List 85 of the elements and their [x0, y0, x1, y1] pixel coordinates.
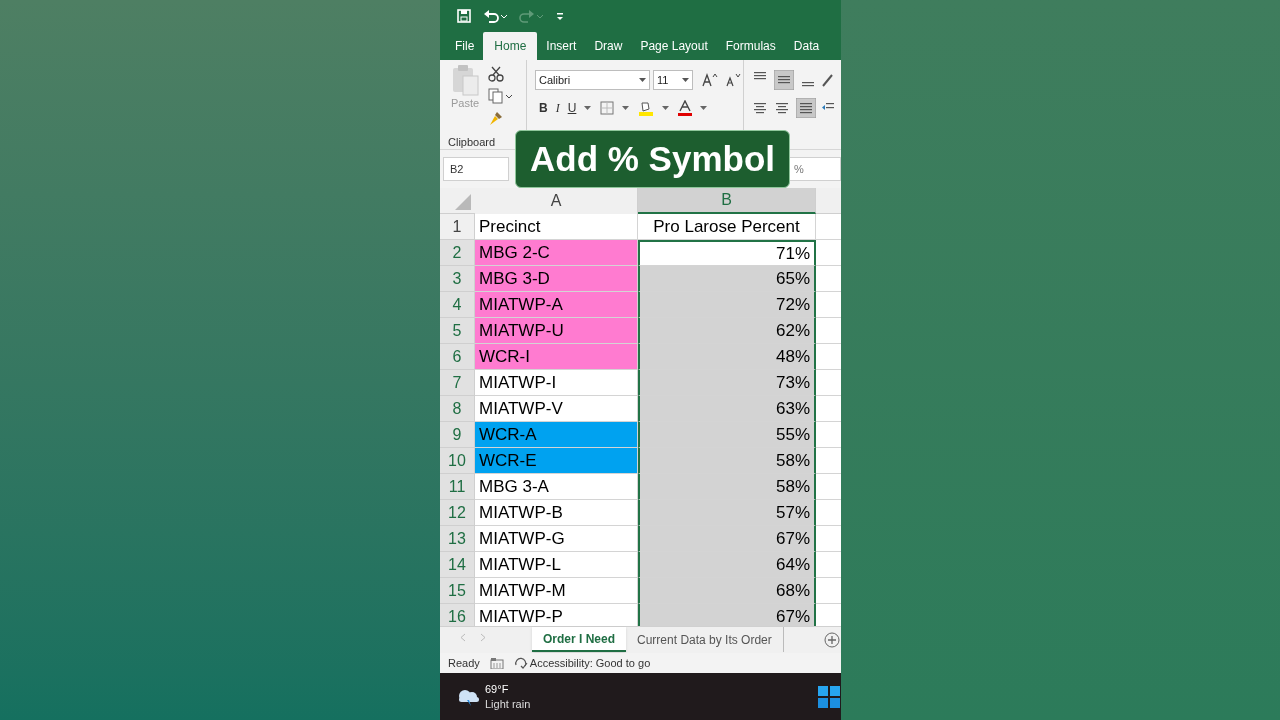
table-cell: 58%: [638, 474, 816, 500]
status-text: Accessibility: Good to go: [529, 655, 651, 671]
ribbon-tab[interactable]: Page Layout: [631, 32, 717, 60]
fill-color-icon[interactable]: [638, 100, 655, 116]
row-header[interactable]: 8: [440, 396, 475, 422]
dropdown-icon[interactable]: [682, 77, 689, 83]
row-header[interactable]: 14: [440, 552, 475, 578]
table-cell: 62%: [638, 318, 816, 344]
ribbon-tab[interactable]: Draw: [585, 32, 632, 60]
row-header[interactable]: 10: [440, 448, 475, 474]
dropdown-icon[interactable]: [662, 105, 671, 111]
dropdown-icon[interactable]: [584, 105, 593, 111]
table-cell: Pro Larose Percent: [638, 214, 816, 240]
table-cell: 57%: [638, 500, 816, 526]
row-header[interactable]: 16: [440, 604, 475, 626]
row-header[interactable]: 3: [440, 266, 475, 292]
sheet-tab[interactable]: Order I Need: [532, 627, 627, 652]
dropdown-icon[interactable]: [700, 105, 709, 111]
add-sheet-icon[interactable]: [824, 632, 840, 648]
font-name-field[interactable]: Calibri: [535, 70, 650, 90]
table-cell: 65%: [638, 266, 816, 292]
ribbon-tab[interactable]: Home: [483, 32, 538, 60]
dropdown-icon[interactable]: [622, 105, 631, 111]
formula-text: %: [794, 161, 804, 177]
row-header[interactable]: 4: [440, 292, 475, 318]
ribbon-tab[interactable]: Data: [784, 32, 829, 60]
table-cell: 58%: [638, 448, 816, 474]
save-icon[interactable]: [457, 9, 471, 23]
row-header[interactable]: 9: [440, 422, 475, 448]
ribbon-tab[interactable]: Formulas: [716, 32, 785, 60]
font-size-field[interactable]: 11: [653, 70, 693, 90]
table-cell: 73%: [638, 370, 816, 396]
underline-button[interactable]: U: [567, 99, 577, 117]
weather-text: Light rain: [485, 696, 531, 712]
table-cell: 71%: [638, 240, 816, 266]
sheet-tab[interactable]: Current Data by Its Order: [626, 627, 784, 652]
column-header[interactable]: B: [638, 188, 816, 214]
copy-icon[interactable]: [488, 88, 512, 104]
decrease-font-icon[interactable]: [725, 73, 741, 87]
table-cell: WCR-I: [475, 344, 638, 370]
table-cell: 48%: [638, 344, 816, 370]
status-text: Ready: [448, 655, 480, 671]
italic-button[interactable]: I: [555, 99, 560, 117]
accessibility-icon[interactable]: [513, 657, 528, 669]
font-color-icon[interactable]: [678, 100, 693, 116]
bold-button[interactable]: B: [539, 99, 548, 117]
ribbon-tab[interactable]: Insert: [537, 32, 586, 60]
name-box[interactable]: B2: [443, 157, 509, 181]
table-cell: MIATWP-U: [475, 318, 638, 344]
row-header[interactable]: 2: [440, 240, 475, 266]
column-header[interactable]: A: [475, 188, 638, 214]
row-header[interactable]: 13: [440, 526, 475, 552]
table-cell: 67%: [638, 526, 816, 552]
row-header[interactable]: 5: [440, 318, 475, 344]
row-header[interactable]: 15: [440, 578, 475, 604]
table-cell: WCR-E: [475, 448, 638, 474]
undo-icon[interactable]: [483, 9, 507, 23]
row-header[interactable]: 7: [440, 370, 475, 396]
clipboard-icon[interactable]: [450, 64, 480, 96]
temperature-text: 69°F: [485, 681, 510, 697]
start-icon[interactable]: [818, 685, 840, 708]
ribbon-tab[interactable]: File: [446, 32, 484, 60]
orientation-icon[interactable]: [822, 72, 836, 88]
middle-align-icon[interactable]: [774, 70, 794, 90]
dropdown-icon[interactable]: [639, 77, 646, 83]
table-cell: 63%: [638, 396, 816, 422]
customize-icon[interactable]: [555, 10, 565, 22]
table-cell: 55%: [638, 422, 816, 448]
table-cell: 64%: [638, 552, 816, 578]
group-label: Clipboard: [448, 135, 497, 150]
row-header[interactable]: 6: [440, 344, 475, 370]
align-right-icon[interactable]: [796, 98, 816, 118]
macro-icon[interactable]: [489, 657, 504, 669]
row-header[interactable]: 11: [440, 474, 475, 500]
row-header[interactable]: 1: [440, 214, 475, 240]
table-cell: 68%: [638, 578, 816, 604]
table-cell: MBG 3-D: [475, 266, 638, 292]
increase-font-icon[interactable]: [702, 73, 718, 87]
table-cell: MIATWP-A: [475, 292, 638, 318]
table-cell: WCR-A: [475, 422, 638, 448]
caption-banner: Add % Symbol: [515, 130, 790, 188]
table-cell: MBG 2-C: [475, 240, 638, 266]
table-cell: 67%: [638, 604, 816, 626]
row-header[interactable]: 12: [440, 500, 475, 526]
table-cell: 72%: [638, 292, 816, 318]
